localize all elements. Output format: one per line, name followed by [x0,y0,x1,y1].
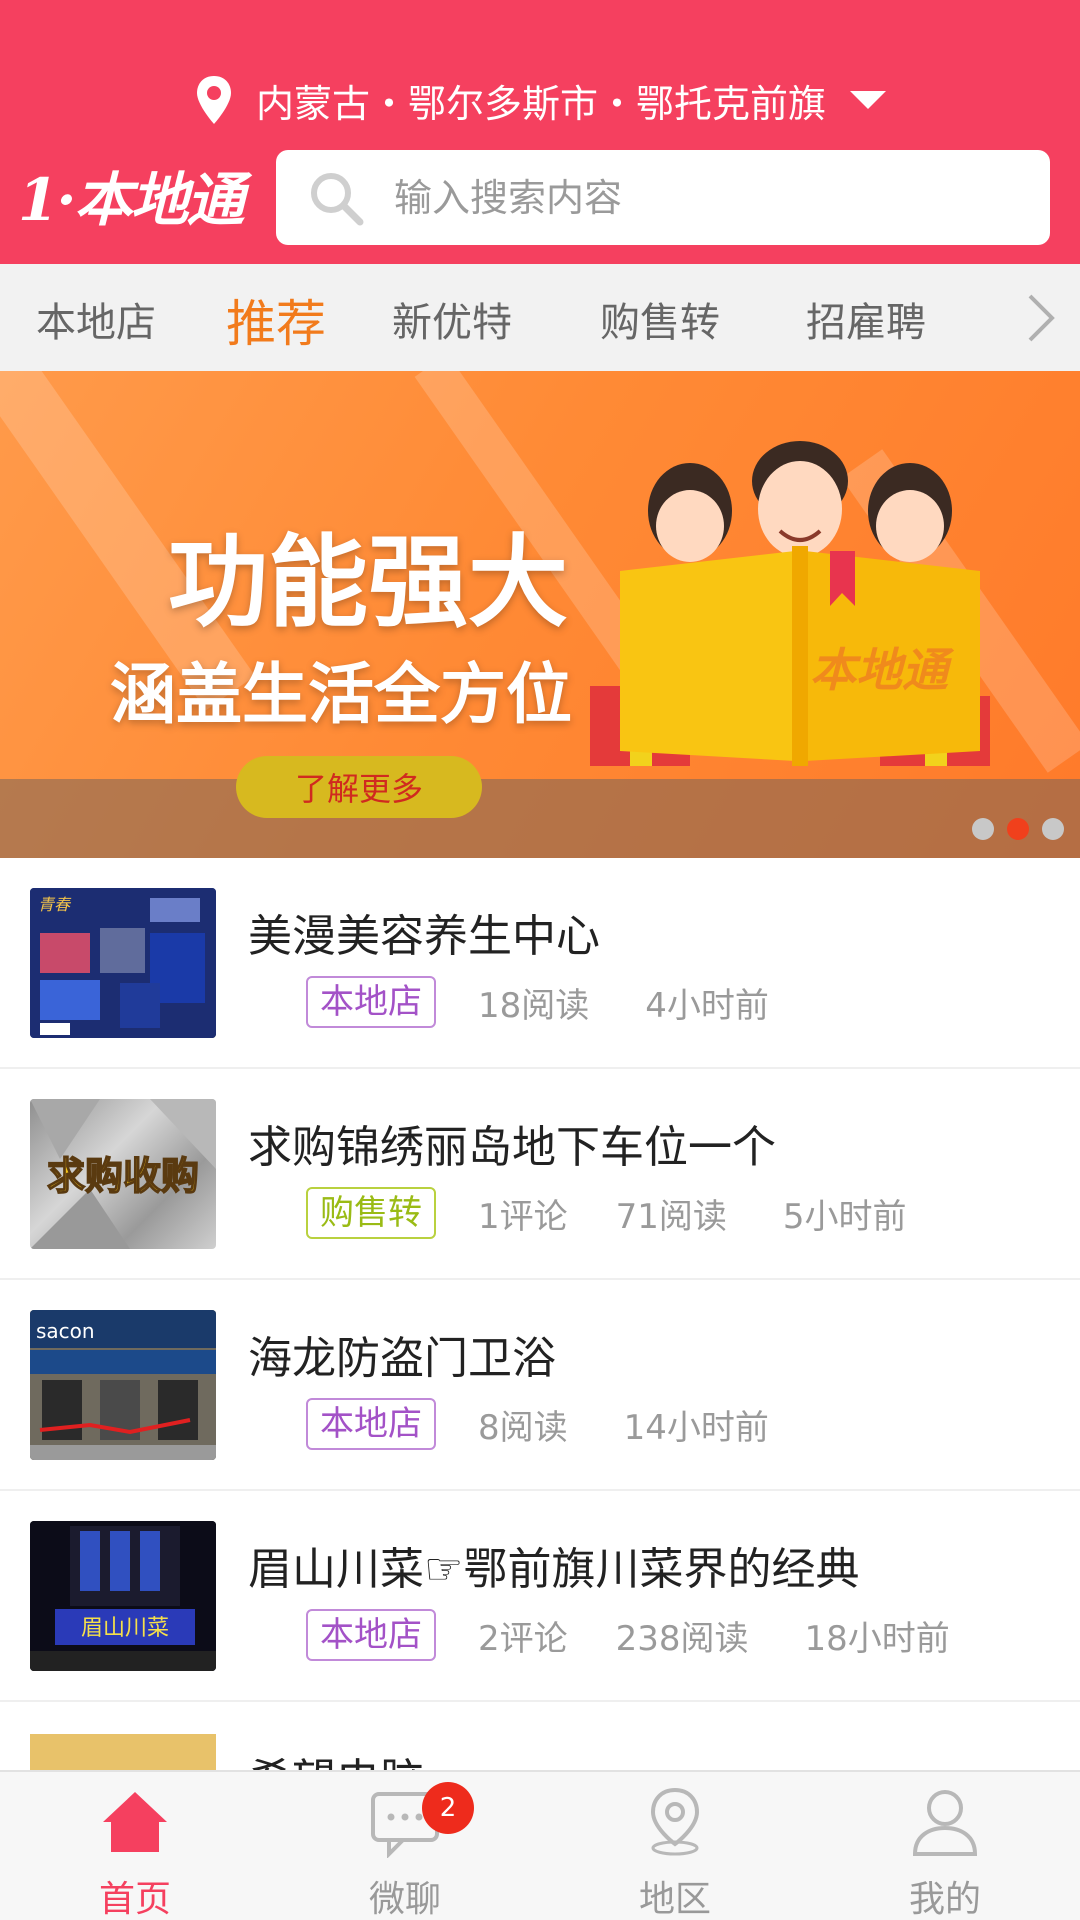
item-thumbnail [30,1734,216,1770]
bottom-nav: 首页 2 微聊 地区 我的 [0,1770,1080,1920]
comment-count: 1评论 [478,1196,568,1237]
category-tag: 本地店 [306,1398,436,1450]
tab-new-deals[interactable]: 新优特 [392,290,512,348]
banner-book-text: 本地通 [810,643,955,697]
home-icon [103,1792,167,1852]
nav-label: 首页 [98,1879,171,1920]
item-title: 海龙防盗门卫浴 [248,1333,556,1384]
category-tag: 本地店 [306,976,436,1028]
nav-home[interactable]: 首页 [0,1772,270,1920]
list-item[interactable]: sacon 海龙防盗门卫浴 本地店 8阅读 14小时前 [0,1280,1080,1491]
tab-jobs[interactable]: 招雇聘 [806,290,926,348]
search-input[interactable] [394,175,994,220]
promo-banner[interactable]: 功能强大 涵盖生活全方位 本地通 了解更多 [0,371,1080,858]
list-item[interactable]: 青春 美漫美容养生中心 本地店 18阅读 4小时前 [0,858,1080,1069]
item-title: 眉山川菜☞鄂前旗川菜界的经典 [248,1544,860,1595]
read-count: 18阅读 [478,985,590,1026]
nav-chat[interactable]: 2 微聊 [270,1772,540,1920]
nav-profile[interactable]: 我的 [810,1772,1080,1920]
banner-illustration: 本地通 [590,441,990,766]
carousel-dot[interactable] [1042,818,1064,840]
item-thumbnail: 青春 [30,888,216,1038]
svg-text:青春: 青春 [38,895,72,914]
comment-count: 2评论 [478,1618,568,1659]
thumb-text: 眉山川菜 [81,1616,169,1641]
search-box[interactable] [276,150,1050,245]
item-meta: 本地店 18阅读 4小时前 [306,976,825,1028]
nav-label: 微聊 [368,1879,441,1920]
location-selector[interactable]: 内蒙古・鄂尔多斯市・鄂托克前旗 [0,70,1080,130]
learn-more-button[interactable]: 了解更多 [236,756,482,818]
location-text: 内蒙古・鄂尔多斯市・鄂托克前旗 [255,81,826,126]
category-tag: 购售转 [306,1187,436,1239]
app-logo: 1·本地通 [18,166,245,234]
search-icon [311,172,364,225]
user-icon [912,1790,978,1856]
item-meta: 本地店 8阅读 14小时前 [306,1398,825,1450]
banner-subline: 涵盖生活全方位 [110,656,572,733]
list-item-partial[interactable]: 希望电脑 [0,1734,1080,1770]
item-title: 美漫美容养生中心 [248,911,600,962]
item-title: 希望电脑 [248,1744,424,1770]
app-header: 内蒙古・鄂尔多斯市・鄂托克前旗 1·本地通 [0,0,1080,264]
post-time: 4小时前 [645,985,769,1026]
nav-region[interactable]: 地区 [540,1772,810,1920]
nav-label: 我的 [908,1879,981,1920]
banner-overlay [0,779,1080,858]
tab-buy-sell[interactable]: 购售转 [600,290,720,348]
tab-recommend[interactable]: 推荐 [226,284,326,356]
post-time: 14小时前 [623,1407,769,1448]
nav-label: 地区 [638,1879,711,1920]
category-tabs: 本地店 推荐 新优特 购售转 招雇聘 [0,264,1080,371]
post-time: 18小时前 [804,1618,950,1659]
location-icon [650,1787,700,1856]
chevron-down-icon [850,91,886,109]
item-title: 求购锦绣丽岛地下车位一个 [248,1122,776,1173]
carousel-dot[interactable] [972,818,994,840]
thumb-text: 求购收购 [47,1154,199,1198]
item-thumbnail: 求购收购 [30,1099,216,1249]
read-count: 8阅读 [478,1407,568,1448]
unread-badge: 2 [422,1782,474,1834]
chevron-right-icon[interactable] [1020,292,1060,344]
post-list: 青春 美漫美容养生中心 本地店 18阅读 4小时前 求购收购 求购锦绣丽岛地下车… [0,858,1080,1702]
item-thumbnail: sacon [30,1310,216,1460]
item-meta: 本地店 2评论 238阅读 18小时前 [306,1609,1006,1661]
list-item[interactable]: 眉山川菜 眉山川菜☞鄂前旗川菜界的经典 本地店 2评论 238阅读 18小时前 [0,1491,1080,1702]
read-count: 238阅读 [615,1618,749,1659]
post-time: 5小时前 [782,1196,907,1237]
carousel-dot-active[interactable] [1007,818,1029,840]
svg-text:sacon: sacon [36,1319,95,1343]
category-tag: 本地店 [306,1609,436,1661]
tab-local-store[interactable]: 本地店 [36,290,156,348]
item-thumbnail: 眉山川菜 [30,1521,216,1671]
read-count: 71阅读 [615,1196,727,1237]
list-item[interactable]: 求购收购 求购锦绣丽岛地下车位一个 购售转 1评论 71阅读 5小时前 [0,1069,1080,1280]
location-pin-icon [196,76,231,124]
item-meta: 购售转 1评论 71阅读 5小时前 [306,1187,963,1239]
banner-headline: 功能强大 [168,524,568,641]
carousel-indicator [959,818,1064,840]
